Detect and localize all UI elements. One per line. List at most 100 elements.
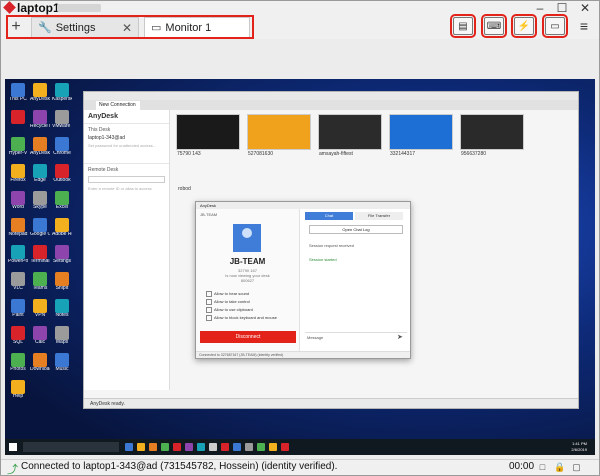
desktop-icon[interactable]: Recycle Bin — [30, 110, 50, 130]
app-icon — [55, 164, 69, 178]
keyboard-icon: ⌨ — [486, 20, 502, 32]
desktop-icon-label: Word — [12, 205, 24, 210]
tab-monitor-1[interactable]: ▭ Monitor 1 — [144, 17, 250, 37]
perm-take-control[interactable]: Allow to take control — [206, 299, 250, 305]
remote-title-bar — [84, 92, 578, 100]
app-icon — [33, 218, 47, 232]
session-thumbnail[interactable]: 956637280 — [460, 114, 524, 157]
redacted-title-text — [57, 4, 101, 12]
taskbar-app-icon[interactable] — [185, 443, 193, 451]
desktop-icon[interactable]: Notepad — [8, 218, 28, 238]
desktop-icon[interactable]: Outlook — [52, 164, 72, 184]
taskbar-app-icon[interactable] — [161, 443, 169, 451]
dialog-footer: Connected to 327687167 (JB-TEAM) (identi… — [196, 351, 410, 358]
desktop-icon[interactable]: PowerPoint — [8, 245, 28, 265]
windows-start-icon[interactable] — [9, 443, 17, 451]
session-timer: 00:00 — [509, 461, 535, 472]
taskbar-search-box[interactable] — [23, 442, 119, 452]
close-tab-icon[interactable]: ✕ — [122, 21, 132, 35]
taskbar-app-icon[interactable] — [281, 443, 289, 451]
desktop-icon-label: Settings — [52, 259, 72, 264]
perm-use-clipboard[interactable]: Allow to use clipboard — [206, 307, 253, 313]
taskbar-app-icon[interactable] — [233, 443, 241, 451]
desktop-icon[interactable]: Edge — [30, 164, 50, 184]
display-settings-button[interactable]: ▤ — [450, 14, 476, 38]
desktop-icon[interactable]: Downloads — [30, 353, 50, 373]
tab-file-transfer[interactable]: File Transfer — [355, 212, 403, 220]
taskbar-app-icon[interactable] — [209, 443, 217, 451]
status-bar: ⤴ Connected to laptop1-343@ad (731545782… — [1, 459, 599, 476]
monitor-select-button[interactable]: ▭ — [542, 14, 568, 38]
actions-button[interactable]: ⚡ — [511, 14, 537, 38]
desktop-icon[interactable]: Chrome — [52, 137, 72, 157]
minimize-button[interactable]: – — [529, 1, 551, 15]
tab-settings[interactable]: 🔧 Settings ✕ — [31, 17, 139, 37]
taskbar-app-icon[interactable] — [245, 443, 253, 451]
taskbar-app-icon[interactable] — [257, 443, 265, 451]
desktop-icon[interactable]: Google Chrome — [30, 218, 50, 238]
desktop-icon[interactable] — [8, 110, 28, 130]
session-thumbnail[interactable]: 75790 143 — [176, 114, 240, 157]
remote-desktop[interactable]: This PCAnyDeskKasperskyRecycle BinVMware… — [5, 79, 595, 455]
taskbar-app-icon[interactable] — [173, 443, 181, 451]
chat-message-input[interactable]: Message — [305, 332, 407, 341]
desktop-icon[interactable]: VMware Workstation — [52, 110, 72, 130]
desktop-icon[interactable]: SQL — [8, 326, 28, 346]
desktop-icon[interactable]: AnyDesk — [30, 83, 50, 103]
desktop-icon[interactable]: Adobe Reader — [52, 218, 72, 238]
new-tab-button[interactable]: + — [7, 18, 25, 36]
maximize-button[interactable]: ☐ — [551, 1, 573, 15]
desktop-icon[interactable]: Notes — [52, 299, 72, 319]
tab-settings-label: Settings — [55, 21, 96, 34]
perm-block-input[interactable]: Allow to block keyboard and mouse — [206, 315, 277, 321]
desktop-icon[interactable]: Calc — [30, 326, 50, 346]
remote-user-code: 800627 — [240, 278, 255, 283]
taskbar-app-icon[interactable] — [149, 443, 157, 451]
perm-hear-sound[interactable]: Allow to hear sound — [206, 291, 249, 297]
desktop-icon[interactable]: Settings — [52, 245, 72, 265]
taskbar-app-icon[interactable] — [197, 443, 205, 451]
app-icon — [55, 272, 69, 286]
desktop-icon[interactable]: Excel — [52, 191, 72, 211]
desktop-icon[interactable]: VPN — [30, 299, 50, 319]
lock-icon[interactable]: 🔒 — [554, 462, 565, 473]
desktop-icon[interactable]: Word — [8, 191, 28, 211]
desktop-icon[interactable]: Kaspersky — [52, 83, 72, 103]
desktop-icon[interactable]: Skype — [30, 191, 50, 211]
chat-icon[interactable]: □ — [537, 462, 548, 473]
disconnect-button[interactable]: Disconnect — [200, 331, 296, 343]
desktop-icon[interactable]: Photos — [8, 353, 28, 373]
taskbar-app-icon[interactable] — [137, 443, 145, 451]
desktop-icon[interactable]: Teams — [30, 272, 50, 292]
desktop-icon[interactable]: Firefox — [8, 164, 28, 184]
hamburger-menu-icon[interactable]: ≡ — [573, 19, 595, 33]
session-thumbnail[interactable]: 332144317 — [389, 114, 453, 157]
tab-chat[interactable]: Chat — [305, 212, 353, 220]
desktop-icon-label: Notepad — [8, 232, 28, 237]
remote-desk-input[interactable] — [88, 176, 165, 183]
taskbar-app-icon[interactable] — [125, 443, 133, 451]
close-window-button[interactable]: ✕ — [574, 1, 596, 15]
desktop-icon[interactable]: SnipIt — [52, 272, 72, 292]
remote-tab-new-connection[interactable]: New Connection — [96, 101, 140, 110]
send-icon[interactable]: ➤ — [397, 333, 403, 341]
open-chat-log-button[interactable]: Open Chat Log — [309, 225, 403, 234]
desktop-icon[interactable]: This PC — [8, 83, 28, 103]
session-thumbnail[interactable]: 527081630 — [247, 114, 311, 157]
keyboard-button[interactable]: ⌨ — [481, 14, 507, 38]
desktop-icon[interactable]: Music — [52, 353, 72, 373]
session-dialog[interactable]: AnyDesk JB-TEAM JB-TEAM 32790 167 Is now… — [195, 201, 411, 359]
desktop-icon[interactable]: VLC — [8, 272, 28, 292]
desktop-icon[interactable]: Help — [8, 380, 28, 400]
desktop-icon-label: Chrome — [53, 151, 71, 156]
taskbar-app-icon[interactable] — [269, 443, 277, 451]
taskbar-app-icon[interactable] — [221, 443, 229, 451]
desktop-icon[interactable]: Maps — [52, 326, 72, 346]
unattended-hint[interactable]: Set password for unattended access... — [84, 142, 169, 149]
desktop-icon[interactable]: Paint — [8, 299, 28, 319]
desktop-icon[interactable]: Terminal — [30, 245, 50, 265]
desktop-icon[interactable]: Hyper-V — [8, 137, 28, 157]
session-thumbnail[interactable]: amsayah-fiftest — [318, 114, 382, 157]
desktop-icon[interactable]: AnyDesk — [30, 137, 50, 157]
screen-icon[interactable]: ▢ — [571, 462, 582, 473]
